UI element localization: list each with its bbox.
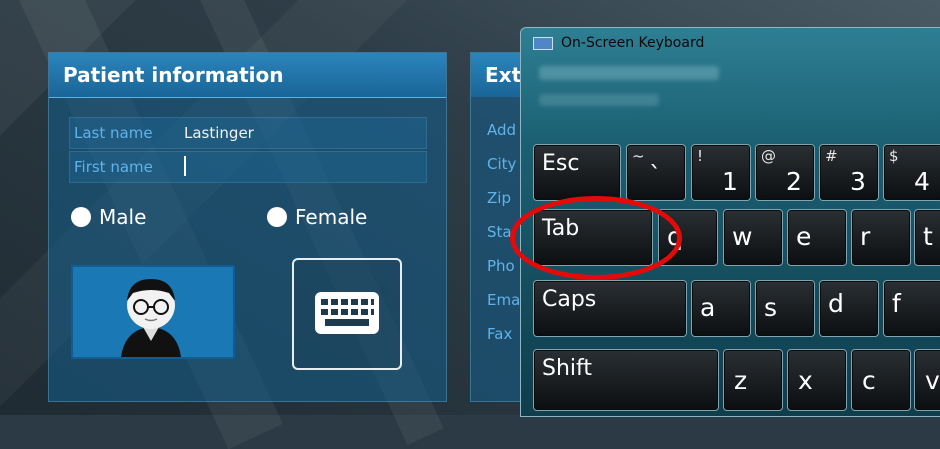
last-name-field[interactable]: Last name Lastinger (69, 117, 427, 149)
key-label: 3 (850, 167, 866, 196)
key-label: Esc (542, 151, 580, 176)
phone-label[interactable]: Pho (487, 257, 515, 275)
keyboard-icon (315, 292, 379, 334)
key-r[interactable]: r (851, 209, 911, 266)
key-f[interactable]: f (883, 280, 940, 337)
text-cursor (184, 156, 186, 176)
key-caps[interactable]: Caps (533, 280, 687, 337)
key-label: 4 (914, 167, 930, 196)
key-c[interactable]: c (851, 349, 911, 411)
key-label: Shift (542, 356, 593, 381)
tab-key-highlight-circle (510, 196, 682, 280)
avatar-icon (121, 279, 181, 357)
key-v[interactable]: v (914, 349, 940, 411)
radio-female[interactable]: Female (267, 205, 367, 229)
key-a[interactable]: a (691, 280, 751, 337)
key-t[interactable]: t (914, 209, 940, 266)
panel-title: Patient information (63, 63, 284, 87)
key-label: d (828, 289, 844, 318)
state-label[interactable]: Sta (487, 223, 512, 241)
key-label: a (700, 293, 716, 322)
key-shift[interactable]: Shift (533, 349, 719, 411)
key-label: f (892, 289, 901, 318)
key-1[interactable]: ! 1 (691, 144, 751, 201)
key-label: s (764, 293, 778, 322)
radio-male[interactable]: Male (71, 205, 146, 229)
key-w[interactable]: w (723, 209, 783, 266)
patient-photo[interactable] (71, 265, 235, 359)
last-name-value: Lastinger (184, 124, 254, 142)
key-label: e (796, 222, 812, 251)
blurred-background (539, 94, 659, 106)
key-label: c (862, 366, 876, 395)
radio-dot-icon (267, 207, 287, 227)
key-shift-label: @ (761, 147, 776, 165)
key-label: Caps (542, 287, 597, 312)
key-label: v (925, 366, 940, 395)
key-esc[interactable]: Esc (533, 144, 621, 201)
key-z[interactable]: z (723, 349, 783, 411)
key-label: ` (649, 161, 662, 190)
keyboard-button[interactable] (292, 258, 402, 370)
key-d[interactable]: d (819, 280, 879, 337)
key-3[interactable]: # 3 (819, 144, 879, 201)
radio-female-label: Female (295, 205, 368, 229)
key-label: w (732, 222, 753, 251)
key-shift-label: $ (889, 147, 899, 165)
key-shift-label: ! (697, 147, 704, 165)
patient-information-panel: Patient information Last name Lastinger … (48, 52, 447, 402)
osk-title: On-Screen Keyboard (561, 35, 705, 51)
key-e[interactable]: e (787, 209, 847, 266)
fax-label[interactable]: Fax (487, 325, 512, 343)
key-label: 1 (722, 167, 738, 196)
key-shift-label: ~ (632, 147, 645, 165)
radio-male-label: Male (99, 205, 147, 229)
radio-dot-icon (71, 207, 91, 227)
key-label: z (734, 366, 748, 395)
address-label[interactable]: Add (487, 121, 516, 139)
blurred-background (539, 66, 719, 80)
keyboard-icon (533, 37, 553, 50)
key-4[interactable]: $ 4 (883, 144, 940, 201)
key-x[interactable]: x (787, 349, 847, 411)
zip-label[interactable]: Zip (487, 189, 511, 207)
key-2[interactable]: @ 2 (755, 144, 815, 201)
key-label: t (923, 222, 933, 251)
key-backtick[interactable]: ~ ` (626, 144, 686, 201)
first-name-field[interactable]: First name (69, 151, 427, 183)
key-s[interactable]: s (755, 280, 815, 337)
last-name-label: Last name (74, 124, 153, 142)
key-shift-label: # (825, 147, 838, 165)
key-label: r (860, 222, 871, 251)
address-panel-title: Ext (485, 63, 522, 87)
key-label: 2 (786, 167, 802, 196)
first-name-label: First name (74, 158, 153, 176)
osk-titlebar[interactable]: On-Screen Keyboard (521, 28, 940, 56)
email-label[interactable]: Ema (487, 291, 520, 309)
key-label: x (798, 366, 813, 395)
city-label[interactable]: City (487, 155, 516, 173)
